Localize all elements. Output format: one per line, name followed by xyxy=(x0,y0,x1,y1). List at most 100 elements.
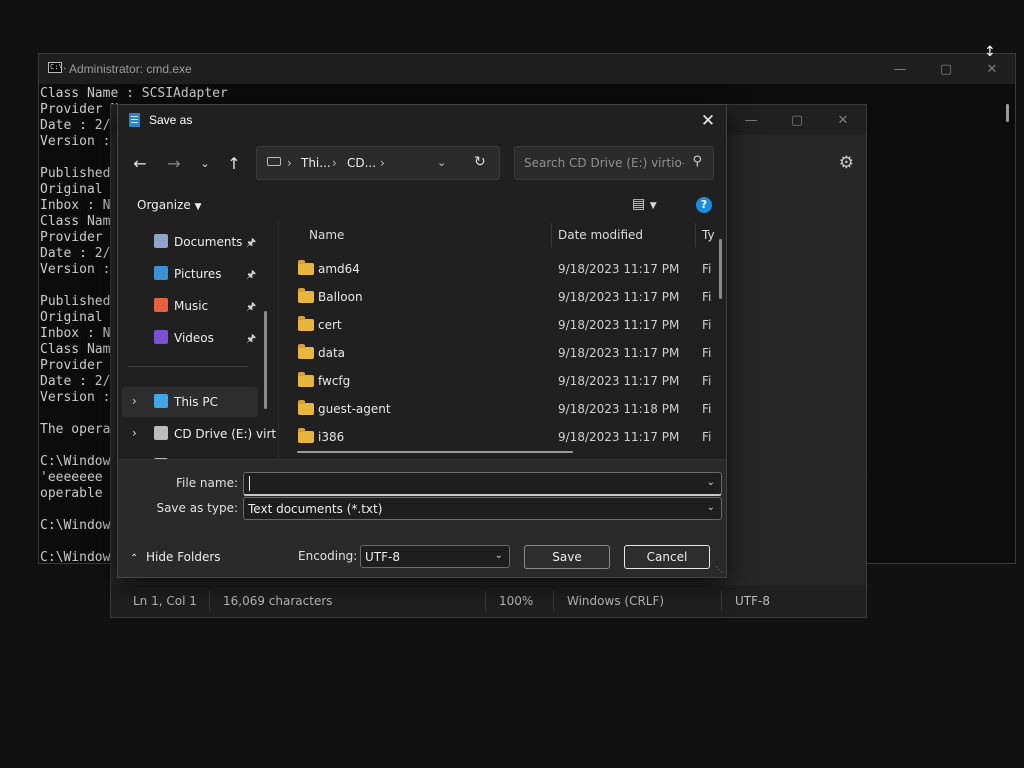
nav-item-pictures[interactable]: Pictures 🖈 xyxy=(122,259,258,289)
address-bar[interactable]: › Thi... › CD... › ⌄ ↻ xyxy=(256,146,500,180)
file-name-input[interactable]: ⌄ xyxy=(243,472,722,496)
status-zoom: 100% xyxy=(499,594,534,608)
file-type: Fi xyxy=(702,402,712,416)
nav-item-documents[interactable]: Documents 🖈 xyxy=(122,227,258,257)
nav-item-this-pc[interactable]: › This PC xyxy=(122,387,258,417)
dialog-close-button[interactable]: ✕ xyxy=(696,109,720,133)
encoding-select[interactable]: UTF-8 ⌄ xyxy=(360,545,510,568)
file-type: Fi xyxy=(702,374,712,388)
notepad-minimize-button[interactable]: — xyxy=(728,105,774,135)
caret-down-icon: ▼ xyxy=(194,202,202,212)
help-icon[interactable]: ? xyxy=(696,197,712,213)
file-row[interactable]: cert 9/18/2023 11:17 PM Fi xyxy=(279,311,719,339)
save-type-select[interactable]: Text documents (*.txt) ⌄ xyxy=(243,497,722,520)
file-name: data xyxy=(318,346,346,360)
file-name-label: File name: xyxy=(176,476,238,490)
organize-button[interactable]: Organize ▼ xyxy=(137,198,202,212)
folder-icon xyxy=(298,372,314,387)
command-bar: Organize ▼ ▤ ▼ ? xyxy=(118,189,726,221)
notepad-maximize-button[interactable]: ▢ xyxy=(774,105,820,135)
nav-item-music[interactable]: Music 🖈 xyxy=(122,291,258,321)
back-arrow-icon[interactable]: ← xyxy=(129,153,151,173)
file-date: 9/18/2023 11:17 PM xyxy=(558,430,680,444)
file-row[interactable]: guest-agent 9/18/2023 11:18 PM Fi xyxy=(279,395,719,423)
gear-icon[interactable]: ⚙ xyxy=(839,153,854,173)
file-date: 9/18/2023 11:18 PM xyxy=(558,402,680,416)
file-row[interactable]: amd64 9/18/2023 11:17 PM Fi xyxy=(279,255,719,283)
cmd-minimize-button[interactable]: — xyxy=(877,54,923,84)
pin-icon: 🖈 xyxy=(246,268,257,281)
cmd-scrollbar[interactable] xyxy=(1006,104,1009,122)
chevron-down-icon[interactable]: ⌄ xyxy=(707,477,715,488)
save-as-dialog: Save as ✕ ← → ⌄ ↑ › Thi... › CD... › ⌄ ↻… xyxy=(117,104,727,578)
file-name: Balloon xyxy=(318,290,363,304)
view-options-icon[interactable]: ▤ ▼ xyxy=(632,196,657,212)
resize-grip-icon[interactable]: ⋱ xyxy=(715,566,723,574)
address-row: ← → ⌄ ↑ › Thi... › CD... › ⌄ ↻ Search CD… xyxy=(118,141,726,185)
file-date: 9/18/2023 11:17 PM xyxy=(558,346,680,360)
chevron-right-icon[interactable]: › xyxy=(132,394,137,408)
chevron-down-icon[interactable]: ⌄ xyxy=(437,156,446,169)
up-arrow-icon[interactable]: ↑ xyxy=(223,153,245,173)
nav-item-label: CD Drive (E:) virt xyxy=(174,427,276,441)
dialog-titlebar[interactable]: Save as ✕ xyxy=(118,105,726,137)
folder-icon xyxy=(298,344,314,359)
navigation-pane[interactable]: Documents 🖈 Pictures 🖈 Music 🖈 Videos 🖈 › This PC… xyxy=(118,221,276,459)
nav-item-usb-drive-d[interactable]: ›USB Drive (D:) xyxy=(122,451,258,459)
encoding-label: Encoding: xyxy=(298,549,358,563)
file-row[interactable]: Balloon 9/18/2023 11:17 PM Fi xyxy=(279,283,719,311)
file-name: amd64 xyxy=(318,262,360,276)
organize-label: Organize xyxy=(137,198,191,212)
search-input[interactable]: Search CD Drive (E:) virtio-... ⚲ xyxy=(514,146,714,180)
file-name: cert xyxy=(318,318,342,332)
file-list-scrollbar[interactable] xyxy=(719,239,722,299)
file-list-pane[interactable]: Name ⌃ Date modified Ty amd64 9/18/2023 1… xyxy=(278,221,728,459)
recent-locations-chevron-icon[interactable]: ⌄ xyxy=(194,153,216,173)
this-pc-icon xyxy=(154,394,168,408)
file-row[interactable]: fwcfg 9/18/2023 11:17 PM Fi xyxy=(279,367,719,395)
file-type: Fi xyxy=(702,430,712,444)
search-placeholder: Search CD Drive (E:) virtio-... xyxy=(524,156,684,170)
chevron-right-icon[interactable]: › xyxy=(287,156,292,170)
refresh-icon[interactable]: ↻ xyxy=(474,154,486,170)
save-options-panel: File name: ⌄ Save as type: Text document… xyxy=(118,459,726,577)
chevron-right-icon[interactable]: › xyxy=(132,426,137,440)
notepad-close-button[interactable]: ✕ xyxy=(820,105,866,135)
folder-icon xyxy=(298,288,314,303)
nav-scrollbar[interactable] xyxy=(264,311,267,409)
chevron-up-icon: ⌃ xyxy=(130,553,139,564)
documents-icon xyxy=(154,234,168,248)
cmd-maximize-button[interactable]: ▢ xyxy=(923,54,969,84)
file-date: 9/18/2023 11:17 PM xyxy=(558,374,680,388)
status-encoding: UTF-8 xyxy=(735,594,770,608)
column-header-date[interactable]: Date modified xyxy=(558,221,688,249)
chevron-right-icon[interactable]: › xyxy=(380,156,385,170)
file-row[interactable]: data 9/18/2023 11:17 PM Fi xyxy=(279,339,719,367)
notepad-file-icon xyxy=(129,113,140,127)
breadcrumb-this-pc[interactable]: Thi... xyxy=(301,156,331,170)
cancel-button[interactable]: Cancel xyxy=(624,545,710,569)
save-button[interactable]: Save xyxy=(524,545,610,569)
cmd-titlebar[interactable]: C:\. Administrator: cmd.exe — ▢ ✕ xyxy=(39,54,1015,84)
file-list-hscrollbar[interactable] xyxy=(297,451,573,453)
breadcrumb-cd-drive[interactable]: CD... xyxy=(347,156,376,170)
resize-cursor-icon: ↕ xyxy=(984,44,996,60)
search-icon[interactable]: ⚲ xyxy=(692,154,702,169)
sort-caret-icon: ⌃ xyxy=(425,221,433,227)
nav-item-videos[interactable]: Videos 🖈 xyxy=(122,323,258,353)
hide-folders-button[interactable]: ⌃ Hide Folders xyxy=(130,550,221,564)
chevron-down-icon[interactable]: ⌄ xyxy=(707,502,715,513)
nav-item-cd-drive-e-virt[interactable]: › CD Drive (E:) virt xyxy=(122,419,276,449)
file-type: Fi xyxy=(702,318,712,332)
notepad-statusbar: Ln 1, Col 1 16,069 characters 100% Windo… xyxy=(111,585,866,617)
chevron-down-icon[interactable]: ⌄ xyxy=(495,550,503,561)
status-position: Ln 1, Col 1 xyxy=(133,594,197,608)
chevron-right-icon[interactable]: › xyxy=(332,156,337,170)
hide-folders-label: Hide Folders xyxy=(146,550,221,564)
cmd-app-icon: C:\. xyxy=(48,62,67,73)
file-row[interactable]: i386 9/18/2023 11:17 PM Fi xyxy=(279,423,719,451)
column-header-name[interactable]: Name ⌃ xyxy=(309,221,549,249)
forward-arrow-icon[interactable]: → xyxy=(163,153,185,173)
pin-icon: 🖈 xyxy=(246,332,257,345)
nav-item-label: Documents xyxy=(174,235,243,249)
